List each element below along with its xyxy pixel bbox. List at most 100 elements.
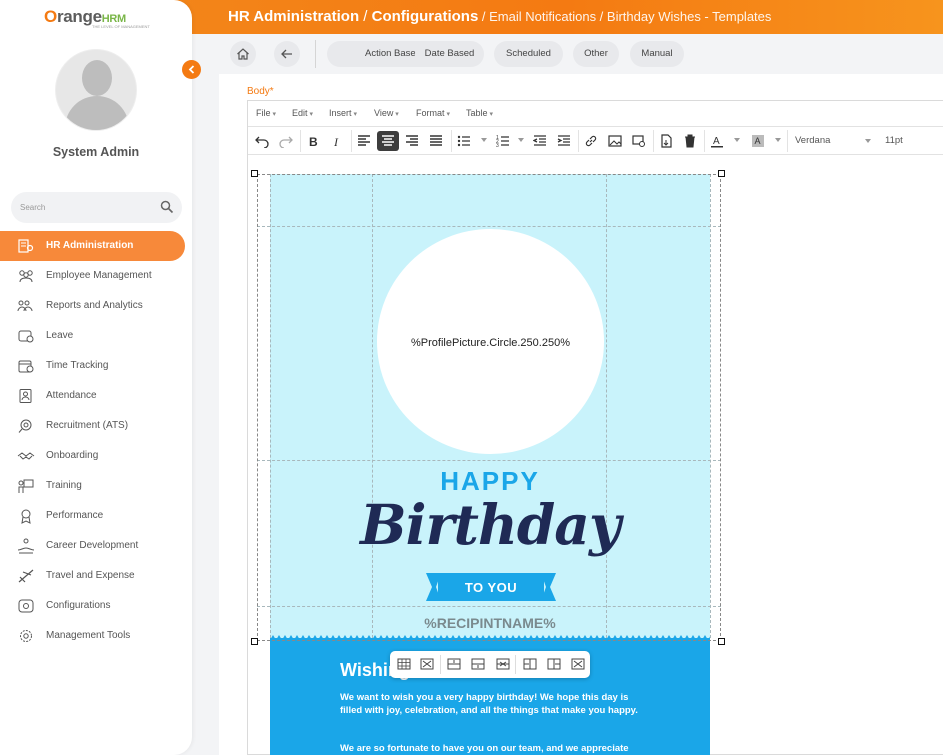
row-insert-after-icon <box>471 658 485 670</box>
highlight-color-icon: A <box>752 135 764 147</box>
bold-button[interactable]: B <box>302 131 324 151</box>
message-paragraph-1: We want to wish you a very happy birthda… <box>340 692 638 716</box>
text-color-button[interactable]: A <box>706 131 728 151</box>
employees-icon <box>19 270 33 283</box>
table-context-toolbar <box>390 651 590 678</box>
breadcrumb-separator: / <box>478 9 490 24</box>
italic-button[interactable]: I <box>326 131 348 151</box>
table-icon <box>397 658 411 670</box>
menu-insert[interactable]: Insert <box>329 108 357 118</box>
insert-template-button[interactable] <box>655 131 677 151</box>
insert-row-after-button[interactable] <box>469 656 487 673</box>
sidebar-item-recruitment[interactable]: Recruitment (ATS) <box>0 411 192 441</box>
sidebar-item-reports-and-analytics[interactable]: Reports and Analytics <box>0 291 192 321</box>
file-import-icon <box>661 134 672 148</box>
breadcrumb-current: Email Notifications / Birthday Wishes - … <box>489 9 772 24</box>
toolbar-divider <box>315 40 316 68</box>
logo-o: O <box>44 7 57 26</box>
align-left-button[interactable] <box>353 131 375 151</box>
svg-text:I: I <box>333 135 339 148</box>
sidebar-item-attendance[interactable]: Attendance <box>0 381 192 411</box>
sidebar-item-label: Employee Management <box>46 270 152 281</box>
insert-column-before-button[interactable] <box>521 656 539 673</box>
menu-edit[interactable]: Edit <box>292 108 313 118</box>
indent-button[interactable] <box>553 131 575 151</box>
redo-button[interactable] <box>275 131 297 151</box>
background-color-button[interactable]: A <box>747 131 769 151</box>
numbered-list-button[interactable]: 123 <box>492 131 514 151</box>
tab-other[interactable]: Other <box>573 41 619 67</box>
sidebar-item-label: Management Tools <box>46 630 131 641</box>
outdent-button[interactable] <box>529 131 551 151</box>
sidebar-item-onboarding[interactable]: Onboarding <box>0 441 192 471</box>
sidebar-item-employee-management[interactable]: Employee Management <box>0 261 192 291</box>
trash-icon <box>685 134 695 148</box>
resize-handle-bottom-right[interactable] <box>718 638 725 645</box>
align-center-button[interactable] <box>377 131 399 151</box>
tab-manual[interactable]: Manual <box>630 41 684 67</box>
media-button[interactable] <box>628 131 650 151</box>
search-icon[interactable] <box>160 200 174 214</box>
leave-icon <box>18 330 34 343</box>
bullet-list-icon <box>457 135 470 147</box>
logo-tagline: THE LEVEL OF MANAGEMENT <box>92 24 150 29</box>
align-right-button[interactable] <box>401 131 423 151</box>
sub-toolbar: Action Based Date Based Scheduled Other … <box>192 34 943 74</box>
italic-icon: I <box>333 135 339 148</box>
tab-scheduled[interactable]: Scheduled <box>494 41 563 67</box>
insert-column-after-button[interactable] <box>545 656 563 673</box>
collapse-sidebar-button[interactable] <box>182 60 201 79</box>
align-justify-icon <box>430 135 442 146</box>
insert-row-before-button[interactable] <box>445 656 463 673</box>
sidebar-item-leave[interactable]: Leave <box>0 321 192 351</box>
sidebar-item-performance[interactable]: Performance <box>0 501 192 531</box>
breadcrumb-separator: / <box>359 8 372 25</box>
chevron-down-icon[interactable] <box>865 139 871 143</box>
font-size-select[interactable]: 11pt <box>885 135 903 146</box>
resize-handle-top-left[interactable] <box>251 170 258 177</box>
align-justify-button[interactable] <box>425 131 447 151</box>
sidebar-item-career-development[interactable]: Career Development <box>0 531 192 561</box>
resize-handle-bottom-left[interactable] <box>251 638 258 645</box>
delete-column-button[interactable] <box>569 656 587 673</box>
body-label-text: Body <box>247 86 270 97</box>
search-input[interactable]: Search <box>11 192 182 223</box>
sidebar-item-travel-and-expense[interactable]: Travel and Expense <box>0 561 192 591</box>
image-button[interactable] <box>604 131 626 151</box>
sidebar-item-time-tracking[interactable]: Time Tracking <box>0 351 192 381</box>
tab-date-based[interactable]: Date Based <box>415 41 484 67</box>
breadcrumb-hr-administration[interactable]: HR Administration <box>228 8 359 25</box>
orangehrm-logo[interactable]: OrangeHRM THE LEVEL OF MANAGEMENT <box>44 7 154 31</box>
image-icon <box>608 135 622 147</box>
delete-row-button[interactable] <box>494 656 512 673</box>
menu-format[interactable]: Format <box>416 108 450 118</box>
sidebar-item-configurations[interactable]: Configurations <box>0 591 192 621</box>
link-icon <box>585 135 597 147</box>
breadcrumb-configurations[interactable]: Configurations <box>372 8 479 25</box>
menu-table[interactable]: Table <box>466 108 493 118</box>
table-properties-button[interactable] <box>395 656 413 673</box>
menu-file[interactable]: File <box>256 108 276 118</box>
sidebar-item-training[interactable]: Training <box>0 471 192 501</box>
menu-view[interactable]: View <box>374 108 399 118</box>
column-delete-icon <box>571 658 585 670</box>
sidebar-item-label: HR Administration <box>46 240 134 251</box>
undo-button[interactable] <box>251 131 273 151</box>
delete-button[interactable] <box>679 131 701 151</box>
svg-text:A: A <box>755 136 761 146</box>
sidebar-item-label: Configurations <box>46 600 111 611</box>
bullet-list-button[interactable] <box>453 131 475 151</box>
sidebar-item-hr-administration[interactable]: HR Administration <box>0 231 185 261</box>
font-family-select[interactable]: Verdana <box>795 135 830 146</box>
resize-handle-top-right[interactable] <box>718 170 725 177</box>
row-insert-before-icon <box>447 658 461 670</box>
performance-icon <box>21 509 31 524</box>
back-button[interactable] <box>274 41 300 67</box>
link-button[interactable] <box>580 131 602 151</box>
avatar[interactable] <box>55 49 137 131</box>
sidebar-item-management-tools[interactable]: Management Tools <box>0 621 192 651</box>
home-button[interactable] <box>230 41 256 67</box>
configurations-icon <box>18 599 34 613</box>
delete-table-button[interactable] <box>418 656 436 673</box>
column-insert-before-icon <box>523 658 537 670</box>
